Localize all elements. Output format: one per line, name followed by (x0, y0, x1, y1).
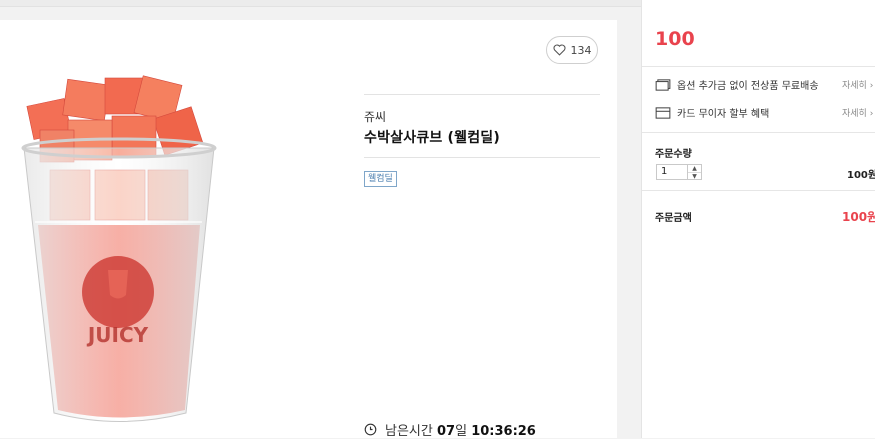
quantity-stepper[interactable]: ▲ ▼ (688, 164, 702, 180)
divider (364, 157, 600, 158)
credit-card-icon (655, 106, 671, 119)
timer-days: 07 (436, 424, 456, 439)
order-side-panel: 100 옵션 추가금 없이 전상품 무료배송 자세히 › 카드 무이자 할부 혜… (641, 0, 875, 438)
total-price: 100원 (842, 210, 875, 224)
deal-tag: 웰컴딜 (364, 171, 397, 187)
divider (364, 94, 600, 95)
divider (642, 190, 875, 191)
quantity-label: 주문수량 (655, 149, 692, 160)
product-title: 수박살사큐브 (웰컴딜) (364, 130, 500, 146)
item-price: 100원 (847, 170, 875, 181)
timer-clock: 10:36:26 (471, 424, 536, 439)
heart-icon (553, 44, 565, 56)
like-button[interactable]: 134 (546, 36, 598, 64)
quantity-input[interactable]: 1 (656, 164, 688, 180)
benefit-detail-link[interactable]: 자세히 › (842, 106, 873, 119)
price: 100 (655, 28, 695, 50)
benefit-card-installment: 카드 무이자 할부 혜택 (655, 105, 769, 120)
cup-logo-text: JUICY (86, 323, 149, 347)
divider (642, 132, 875, 133)
benefit-free-shipping: 옵션 추가금 없이 전상품 무료배송 (655, 77, 819, 92)
product-main-panel: JUICY 134 쥬씨 수박살사큐브 (웰컴딜) 웰컴딜 남은시간 07일 1… (0, 20, 617, 439)
brand-name: 쥬씨 (364, 110, 387, 124)
timer-label: 남은시간 (385, 424, 433, 439)
timer-days-unit: 일 (455, 424, 468, 439)
gutter (617, 20, 641, 438)
total-label: 주문금액 (655, 213, 692, 224)
decrement-icon[interactable]: ▼ (688, 172, 701, 180)
benefit-label: 옵션 추가금 없이 전상품 무료배송 (677, 81, 819, 92)
clock-icon (364, 423, 377, 436)
increment-icon[interactable]: ▲ (688, 165, 701, 172)
remaining-time: 남은시간 07일 10:36:26 (364, 420, 536, 439)
divider (642, 66, 875, 67)
delivery-card-icon (655, 78, 671, 91)
benefit-label: 카드 무이자 할부 혜택 (677, 109, 770, 120)
like-count: 134 (570, 43, 592, 57)
benefit-detail-link[interactable]: 자세히 › (842, 78, 873, 91)
product-image: JUICY (21, 75, 217, 422)
